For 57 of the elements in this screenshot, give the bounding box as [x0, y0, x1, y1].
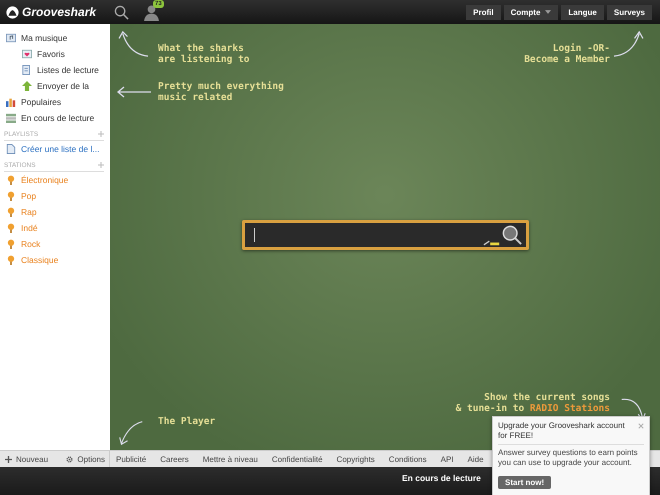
chalk-arrow — [116, 86, 152, 98]
chalk-arrow — [118, 30, 150, 58]
footer-link[interactable]: Confidentialité — [272, 454, 323, 464]
chalk-annotation: Pretty much everything music related — [158, 81, 284, 103]
upload-icon — [22, 81, 32, 91]
now-playing-label: En cours de lecture — [402, 473, 481, 484]
nav-button[interactable]: Profil — [466, 4, 501, 20]
chalk-annotation: Show the current songs & tune-in to RADIO Stations — [456, 392, 610, 414]
sidebar-item[interactable]: Ma musique — [0, 30, 110, 46]
caret-icon — [545, 10, 552, 14]
logo-text: Grooveshark — [22, 5, 96, 19]
popup-title: Upgrade your Grooveshark account for FREE! — [498, 421, 626, 441]
popup-message: Answer survey questions to earn points you can use to upgrade your account. — [498, 448, 639, 468]
sidebar-item[interactable]: Favoris — [0, 46, 110, 62]
chalk-annotation: Login -OR- Become a Member — [524, 43, 610, 65]
station-icon — [6, 191, 16, 201]
footer-link[interactable]: Careers — [160, 454, 189, 464]
sidebar-item[interactable]: En cours de lecture — [0, 110, 110, 126]
search-field[interactable] — [242, 220, 528, 250]
create-playlist-link[interactable]: Créer une liste de l... — [0, 141, 110, 157]
chalk-arrow — [118, 420, 144, 446]
plus-icon — [5, 456, 12, 462]
document-icon — [6, 144, 16, 154]
footer-link[interactable]: Copyrights — [336, 454, 375, 464]
chalk-annotation: The Player — [158, 416, 216, 427]
playlist-icon — [22, 65, 32, 75]
user-icon[interactable] — [143, 4, 160, 20]
search-icon[interactable] — [502, 225, 522, 245]
footer-link[interactable]: Mettre à niveau — [202, 454, 258, 464]
chalk-icon — [482, 240, 500, 246]
search-icon[interactable] — [114, 4, 130, 20]
settings-icon — [66, 456, 74, 462]
chalk-annotation: What the sharks are listening to — [158, 43, 250, 65]
footer-action[interactable]: Options — [66, 454, 105, 464]
logo-icon — [6, 6, 19, 18]
footer-link[interactable]: Conditions — [388, 454, 427, 464]
station-icon — [6, 255, 16, 265]
sidebar-item[interactable]: Populaires — [0, 94, 110, 110]
footer-link[interactable]: Publicité — [116, 454, 146, 464]
logo[interactable]: Grooveshark — [6, 5, 96, 19]
chart-icon — [6, 97, 16, 107]
start-button[interactable]: Start now! — [498, 476, 552, 489]
footer-action[interactable]: Nouveau — [5, 454, 48, 464]
queue-icon — [6, 113, 16, 123]
station-icon — [6, 223, 16, 233]
station-icon — [6, 239, 16, 249]
sidebar-item[interactable]: Listes de lecture — [0, 62, 110, 78]
station-icon — [6, 175, 16, 185]
chalk-arrow — [612, 30, 644, 58]
nav-button[interactable]: Compte — [504, 4, 558, 20]
station-icon — [6, 207, 16, 217]
footer-link[interactable]: API — [440, 454, 454, 464]
music-icon — [6, 33, 16, 43]
footer-link[interactable]: Aide — [468, 454, 484, 464]
nav-button[interactable]: Surveys — [606, 4, 652, 20]
nav-button[interactable]: Langue — [561, 4, 604, 20]
sidebar-item[interactable]: Envoyer de la — [0, 78, 110, 94]
